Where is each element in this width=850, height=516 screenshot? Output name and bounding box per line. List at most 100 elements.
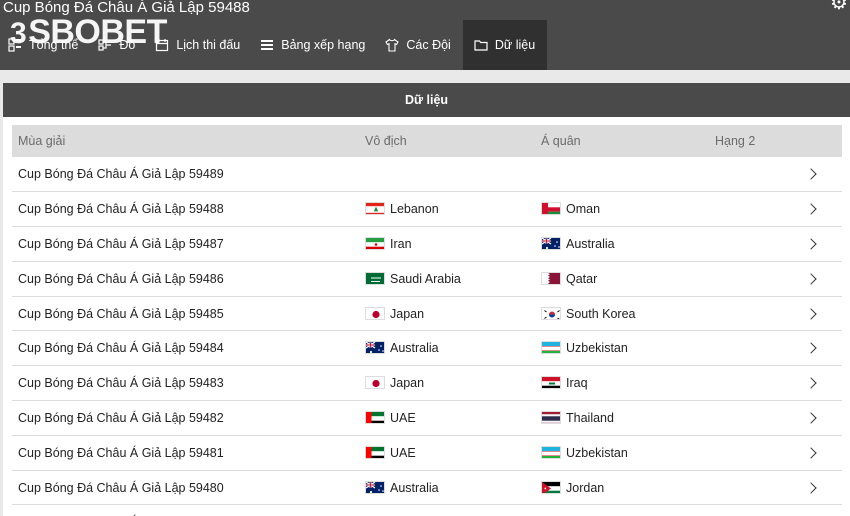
third-cell — [709, 191, 799, 228]
season-cell: Cup Bóng Đá Châu Á Giả Lập 59480 — [12, 470, 359, 506]
saudi-arabia-flag-icon — [365, 271, 385, 285]
tab-label: Các Đội — [406, 38, 451, 52]
runner-up-cell: Australia — [535, 226, 709, 262]
team-name: Qatar — [566, 271, 598, 286]
row-action-cell — [799, 470, 842, 506]
jordan-flag-icon — [541, 480, 561, 494]
team-name: Oman — [566, 202, 601, 217]
tab-label: Lịch thi đấu — [176, 38, 241, 52]
chevron-right-icon[interactable] — [805, 342, 817, 355]
chevron-right-icon[interactable] — [805, 238, 817, 250]
chevron-right-icon[interactable] — [805, 168, 817, 180]
third-cell — [709, 261, 799, 297]
chevron-right-icon[interactable] — [805, 377, 817, 389]
team-name: Jordan — [566, 480, 605, 495]
history-table: Mùa giải Vô địch Á quân Hạng 2 Cup Bóng … — [12, 125, 842, 516]
tab-standings[interactable]: Bảng xếp hạng — [252, 20, 377, 70]
runner-up-cell: Qatar — [535, 261, 709, 297]
runner-up-cell: Oman — [535, 191, 709, 228]
champion-cell: Japan — [359, 296, 535, 332]
column-header-champion: Vô địch — [359, 125, 535, 157]
australia-flag-icon — [541, 236, 561, 250]
bracket-icon — [98, 39, 112, 51]
uae-flag-icon — [365, 410, 385, 424]
gear-icon[interactable]: ⚙ — [828, 0, 850, 14]
chevron-right-icon[interactable] — [805, 481, 817, 494]
runner-up-cell: South Korea — [535, 296, 709, 332]
champion-cell: UAE — [359, 435, 535, 471]
table-row[interactable]: Cup Bóng Đá Châu Á Giả Lập 59486 Saudi Ar… — [12, 261, 842, 297]
chevron-right-icon[interactable] — [805, 307, 817, 320]
iraq-flag-icon — [541, 376, 561, 390]
overview-icon — [8, 38, 21, 52]
tab-bracket[interactable]: Đồ — [90, 20, 147, 70]
table-row[interactable]: Cup Bóng Đá Châu Á Giả Lập 59483 Japan Ira… — [12, 365, 842, 402]
team-name: Uzbekistan — [566, 445, 628, 460]
table-row[interactable]: Cup Bóng Đá Châu Á Giả Lập 59480 Australi… — [12, 470, 842, 506]
table-row[interactable]: Cup Bóng Đá Châu Á Giả Lập 59482 UAE Thail… — [12, 400, 842, 436]
third-cell — [709, 470, 799, 506]
runner-up-cell: Iraq — [535, 365, 709, 402]
column-header-actions — [799, 125, 842, 157]
team-name: Iran — [390, 236, 412, 251]
team-name: Saudi Arabia — [390, 271, 461, 286]
row-action-cell — [799, 365, 842, 402]
chevron-right-icon[interactable] — [805, 203, 817, 215]
season-cell: Cup Bóng Đá Châu Á Giả Lập 59482 — [12, 400, 359, 436]
table-row[interactable]: Cup Bóng Đá Châu Á Giả Lập 59488 Lebanon O… — [12, 191, 842, 228]
row-action-cell — [799, 435, 842, 471]
table-row[interactable]: Cup Bóng Đá Châu Á Giả Lập 59484 Australi… — [12, 330, 842, 367]
third-cell — [709, 365, 799, 402]
tab-label: Bảng xếp hạng — [281, 38, 366, 52]
row-action-cell — [799, 504, 842, 516]
tab-label: Tổng thể — [29, 38, 79, 52]
chevron-right-icon[interactable] — [805, 447, 817, 459]
team-name: Uzbekistan — [566, 341, 628, 356]
tab-teams[interactable]: Các Đội — [377, 20, 462, 70]
champion-cell: Iran — [359, 226, 535, 262]
row-action-cell — [799, 261, 842, 297]
folder-icon — [474, 40, 488, 51]
table-row[interactable]: Cup Bóng Đá Châu Á Giả Lập 59485 Japan Sou… — [12, 296, 842, 332]
column-header-runner-up: Á quân — [535, 125, 709, 157]
third-cell — [709, 400, 799, 436]
team-name: South Korea — [566, 306, 636, 321]
australia-flag-icon — [365, 480, 385, 494]
team-name: Lebanon — [390, 202, 439, 217]
australia-flag-icon — [365, 341, 385, 355]
champion-cell: Lebanon — [359, 191, 535, 228]
top-bar: Cup Bóng Đá Châu Á Giả Lập 59488 3SBOBET… — [0, 0, 850, 70]
panel-title: Dữ liệu — [3, 83, 850, 117]
tab-overview[interactable]: Tổng thể — [0, 20, 90, 70]
season-cell: Cup Bóng Đá Châu Á Giả Lập 59486 — [12, 261, 359, 297]
champion-cell: Australia — [359, 330, 535, 367]
champion-cell: Saudi Arabia — [359, 261, 535, 297]
season-cell: Cup Bóng Đá Châu Á Giả Lập 59489 — [12, 157, 359, 193]
chevron-right-icon[interactable] — [805, 412, 817, 424]
tab-data[interactable]: Dữ liệu — [462, 20, 548, 70]
team-name: Australia — [566, 236, 615, 251]
table-row[interactable]: Cup Bóng Đá Châu Á Giả Lập 59489 — [12, 157, 842, 193]
tab-schedule[interactable]: Lịch thi đấu — [147, 20, 252, 70]
table-header-row: Mùa giải Vô địch Á quân Hạng 2 — [12, 125, 842, 157]
uae-flag-icon — [365, 445, 385, 459]
team-name: Thailand — [566, 410, 614, 425]
runner-up-cell: Thailand — [535, 400, 709, 436]
champion-cell: UAE — [359, 400, 535, 436]
uzbekistan-flag-icon — [541, 341, 561, 355]
row-action-cell — [799, 191, 842, 228]
season-cell: Cup Bóng Đá Châu Á Giả Lập 59488 — [12, 191, 359, 228]
row-action-cell — [799, 226, 842, 262]
nav-tabs: Tổng thể Đồ Lịch thi đấu Bảng xếp hạng C… — [0, 20, 548, 70]
champion-cell: Japan — [359, 365, 535, 402]
column-header-third: Hạng 2 — [709, 125, 799, 157]
table-row[interactable]: Cup Bóng Đá Châu Á Giả Lập 59479 — [12, 504, 842, 516]
calendar-icon — [156, 39, 169, 52]
team-name: Australia — [390, 480, 439, 495]
chevron-right-icon[interactable] — [805, 273, 817, 285]
runner-up-cell: Jordan — [535, 470, 709, 506]
team-name: UAE — [390, 445, 416, 460]
table-row[interactable]: Cup Bóng Đá Châu Á Giả Lập 59481 UAE Uzbek… — [12, 435, 842, 471]
lebanon-flag-icon — [365, 202, 385, 216]
table-row[interactable]: Cup Bóng Đá Châu Á Giả Lập 59487 Iran Aust… — [12, 226, 842, 262]
